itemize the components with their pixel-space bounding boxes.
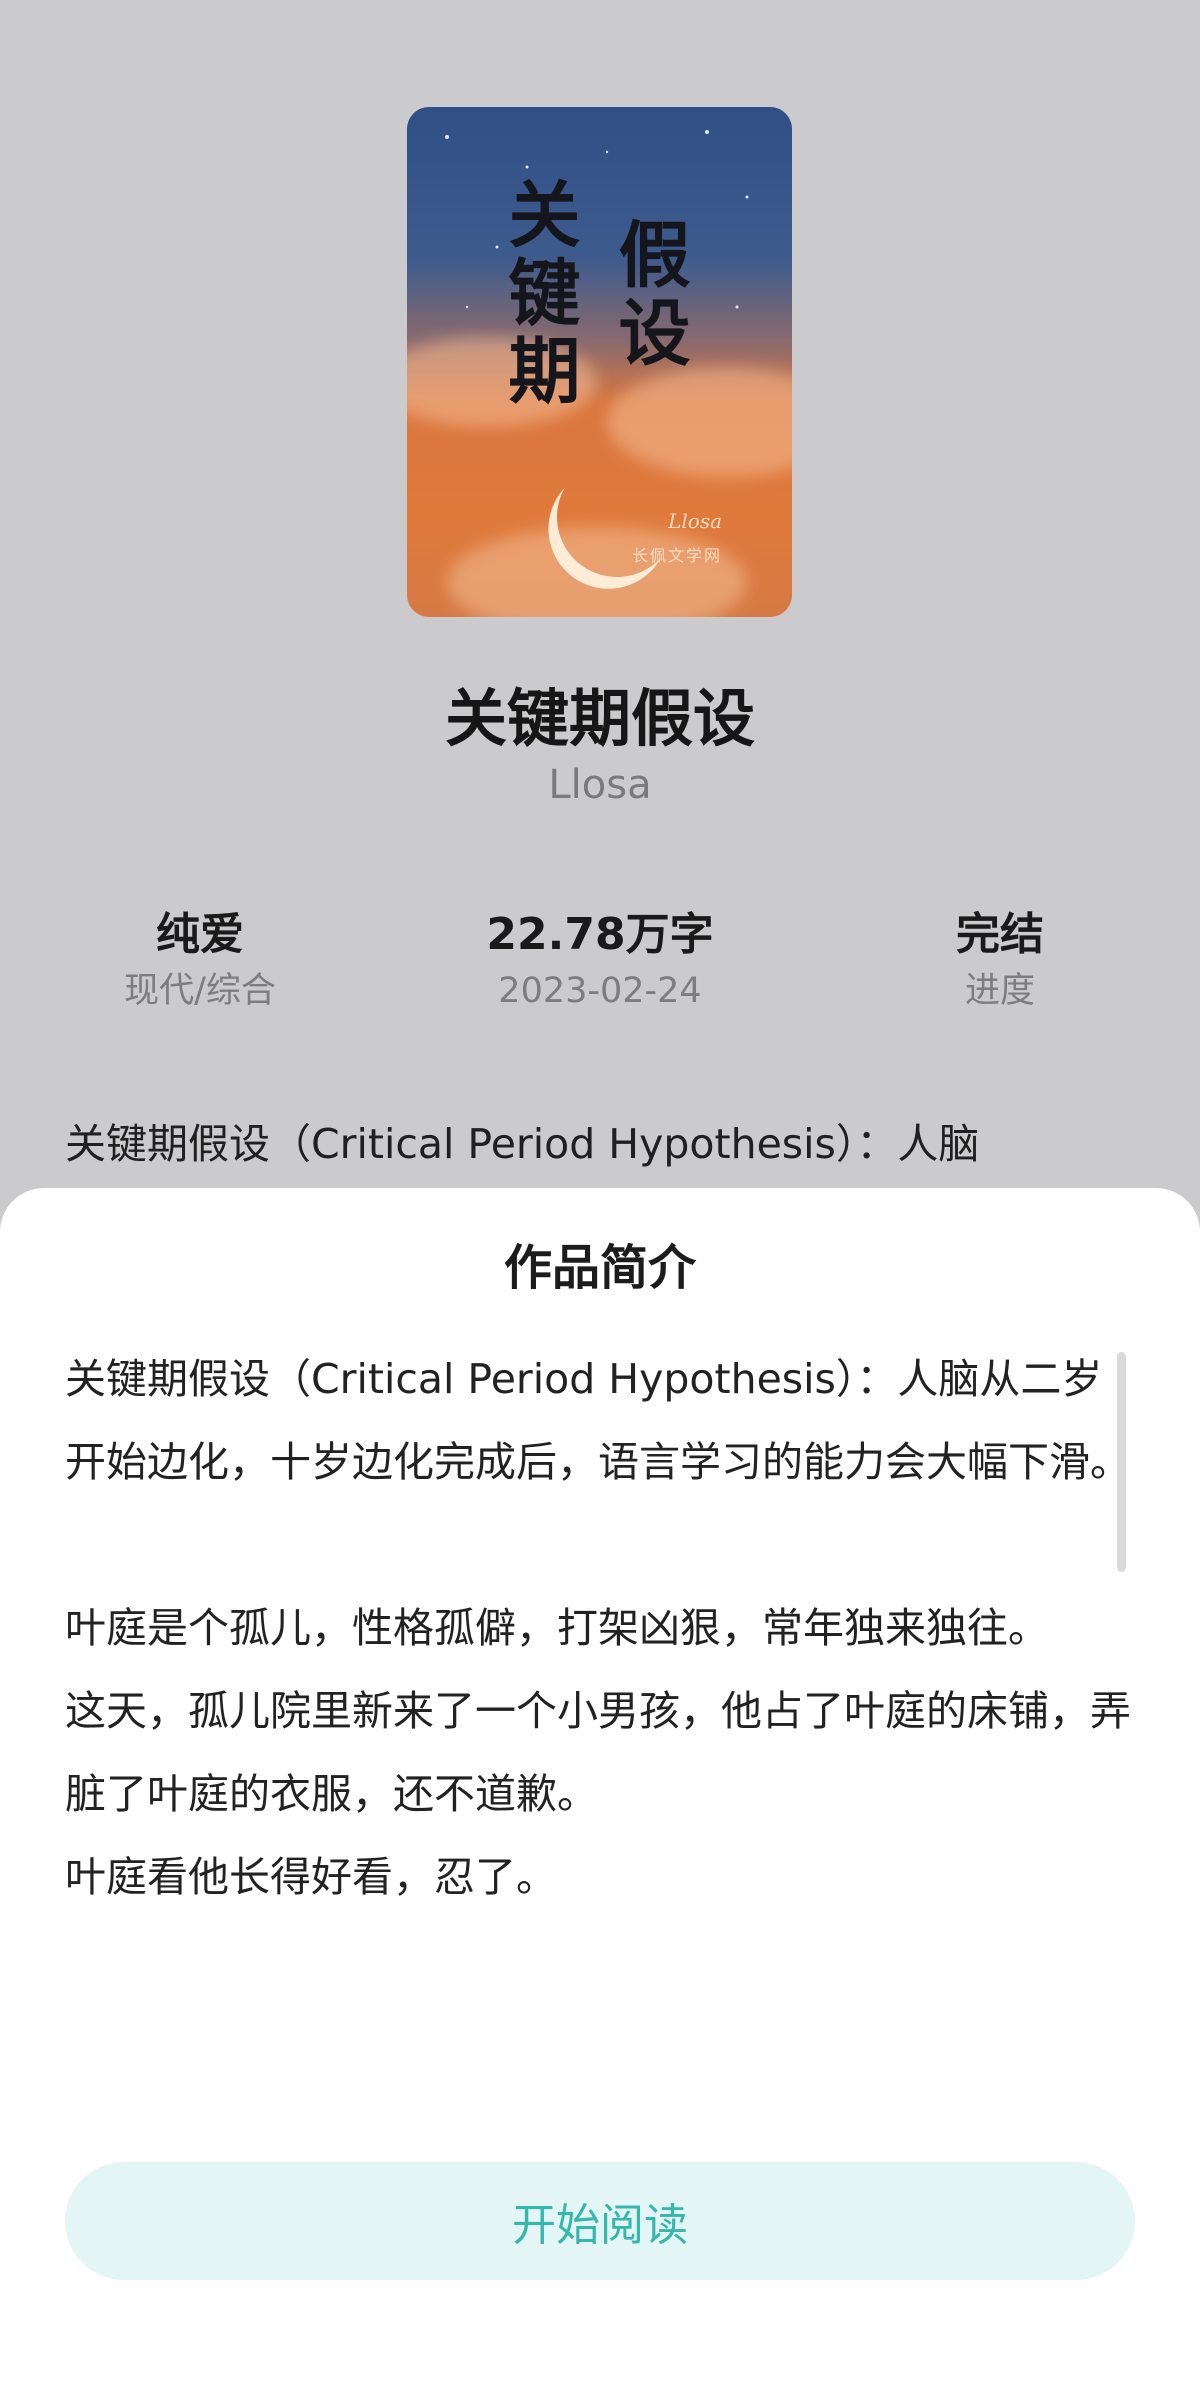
synopsis-scrollbar[interactable] bbox=[1117, 1352, 1126, 1572]
stat-progress: 完结 进度 bbox=[850, 905, 1150, 1017]
stat-word-count: 22.78万字 2023-02-24 bbox=[450, 905, 750, 1017]
synopsis-paragraph: 这天，孤儿院里新来了一个小男孩，他占了叶庭的床铺，弄脏了叶庭的衣服，还不道歉。 bbox=[65, 1687, 1131, 1818]
book-title: 关键期假设 bbox=[444, 682, 755, 755]
intro-preview[interactable]: 关键期假设（Critical Period Hypothesis）：人脑 bbox=[65, 1110, 1145, 1170]
stat-value: 完结 bbox=[956, 909, 1044, 960]
book-cover[interactable]: 关键期 假设 Llosa 长佩文学网 bbox=[407, 107, 792, 617]
stat-category: 纯爱 现代/综合 bbox=[50, 905, 350, 1017]
synopsis-paragraph: 关键期假设（Critical Period Hypothesis）：人脑从二岁开… bbox=[65, 1355, 1131, 1486]
stat-label: 2023-02-24 bbox=[498, 971, 702, 1011]
start-reading-button[interactable]: 开始阅读 bbox=[65, 2162, 1135, 2280]
synopsis-text[interactable]: 关键期假设（Critical Period Hypothesis）：人脑从二岁开… bbox=[65, 1338, 1137, 1919]
synopsis-paragraph: 叶庭是个孤儿，性格孤僻，打架凶狠，常年独来独往。 bbox=[65, 1604, 1049, 1652]
synopsis-paragraph: 叶庭看他长得好看，忍了。 bbox=[65, 1853, 557, 1901]
cover-calligraphy-right: 假设 bbox=[606, 217, 691, 373]
cover-site-mark: 长佩文学网 bbox=[631, 546, 722, 565]
sheet-title: 作品简介 bbox=[503, 1240, 696, 1296]
cover-calligraphy-left: 关键期 bbox=[496, 177, 581, 411]
stat-label: 进度 bbox=[964, 971, 1035, 1011]
cover-signature: Llosa bbox=[668, 509, 722, 533]
synopsis-sheet: 作品简介 关键期假设（Critical Period Hypothesis）：人… bbox=[0, 1188, 1200, 2400]
book-author[interactable]: Llosa bbox=[0, 762, 1200, 808]
synopsis-blank-line bbox=[65, 1504, 1137, 1587]
stat-value: 22.78万字 bbox=[486, 909, 714, 960]
stat-label: 现代/综合 bbox=[124, 971, 276, 1011]
stat-value: 纯爱 bbox=[156, 909, 244, 960]
